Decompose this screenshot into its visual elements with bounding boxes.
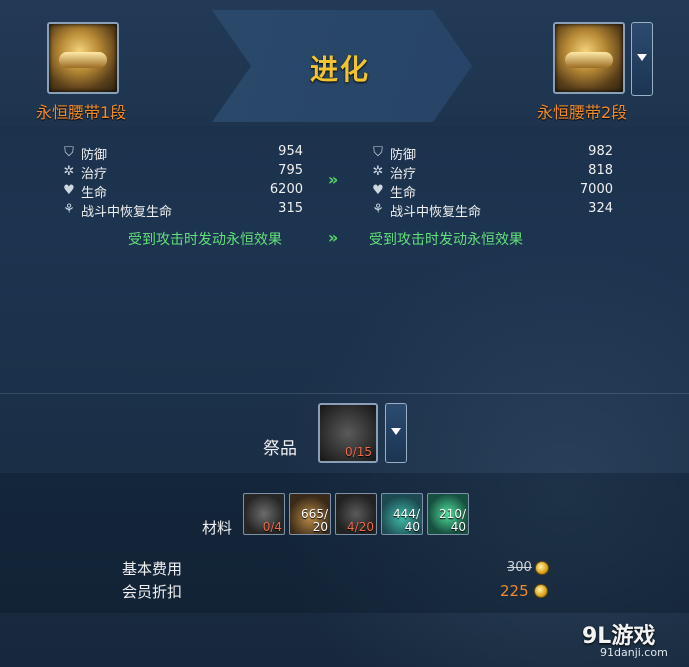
stat-value: 818 — [588, 163, 613, 178]
material-slot-1[interactable]: 0/4 — [243, 493, 285, 535]
page-title: 进化 — [309, 53, 370, 86]
source-item-name: 永恒腰带1段 — [36, 103, 127, 122]
material-slot-5[interactable]: 210/ 40 — [427, 493, 469, 535]
offering-dropdown-button[interactable] — [385, 403, 407, 463]
stat-row-health-after: ♥ 生命 7000 — [370, 182, 613, 201]
stat-label: 战斗中恢复生命 — [390, 205, 482, 220]
stat-label: 防御 — [81, 148, 108, 163]
shield-icon: ⛉ — [64, 145, 74, 160]
material-count: 0/4 — [262, 520, 282, 534]
sprout-icon: ⚘ — [372, 202, 384, 217]
material-count: 665/ 20 — [301, 507, 328, 534]
material-slot-3[interactable]: 4/20 — [335, 493, 377, 535]
sprout-icon: ⚘ — [63, 202, 75, 217]
target-item-dropdown-button[interactable] — [631, 22, 653, 96]
arrow-right-icon: » — [328, 228, 338, 247]
target-item-name: 永恒腰带2段 — [537, 103, 628, 122]
stat-label: 生命 — [81, 186, 108, 201]
base-cost-value: 300 — [507, 560, 532, 575]
stat-row-defense-before: ⛉ 防御 954 — [61, 144, 303, 163]
heart-icon: ♥ — [372, 183, 384, 198]
offering-count: 0/15 — [345, 445, 372, 459]
chevron-down-icon — [391, 428, 401, 435]
stat-label: 治疗 — [81, 167, 108, 182]
effect-after: 受到攻击时发动永恒效果 — [369, 232, 523, 248]
watermark-url: 91danji.com — [600, 646, 668, 659]
stat-row-regen-before: ⚘ 战斗中恢复生命 315 — [61, 201, 303, 220]
effect-before: 受到攻击时发动永恒效果 — [128, 232, 282, 248]
member-discount-value: 225 — [500, 582, 529, 600]
stat-label: 防御 — [390, 148, 417, 163]
material-slot-4[interactable]: 444/ 40 — [381, 493, 423, 535]
stat-value: 7000 — [579, 182, 613, 197]
stat-row-health-before: ♥ 生命 6200 — [61, 182, 303, 201]
shield-icon: ⛉ — [373, 145, 383, 160]
member-discount-label: 会员折扣 — [122, 583, 183, 601]
stat-value: 795 — [278, 163, 303, 178]
stat-row-heal-before: ✲ 治疗 795 — [61, 163, 303, 182]
source-item-slot[interactable] — [47, 22, 119, 94]
offering-label: 祭品 — [263, 439, 297, 459]
coin-icon — [534, 584, 548, 598]
stat-label: 治疗 — [390, 167, 417, 182]
base-cost-label: 基本费用 — [122, 560, 183, 578]
heart-icon: ♥ — [63, 183, 75, 198]
stat-row-regen-after: ⚘ 战斗中恢复生命 324 — [370, 201, 613, 220]
stat-row-heal-after: ✲ 治疗 818 — [370, 163, 613, 182]
materials-label: 材料 — [202, 519, 233, 537]
heal-icon: ✲ — [372, 164, 384, 179]
coin-icon — [535, 561, 549, 575]
stat-label: 生命 — [390, 186, 417, 201]
chevron-down-icon — [637, 54, 647, 61]
material-count: 210/ 40 — [439, 507, 466, 534]
arrow-right-icon: » — [328, 170, 338, 189]
offering-slot[interactable]: 0/15 — [318, 403, 378, 463]
stat-value: 954 — [278, 144, 303, 159]
stat-value: 324 — [588, 201, 613, 216]
material-count: 4/20 — [347, 520, 374, 534]
belt-icon — [59, 52, 107, 68]
stat-label: 战斗中恢复生命 — [81, 205, 173, 220]
stat-row-defense-after: ⛉ 防御 982 — [370, 144, 613, 163]
material-count: 444/ 40 — [393, 507, 420, 534]
stat-value: 982 — [588, 144, 613, 159]
divider — [0, 393, 689, 394]
target-item-slot[interactable] — [553, 22, 625, 94]
material-slot-2[interactable]: 665/ 20 — [289, 493, 331, 535]
stat-value: 6200 — [269, 182, 303, 197]
belt-icon — [565, 52, 613, 68]
heal-icon: ✲ — [63, 164, 75, 179]
stat-value: 315 — [278, 201, 303, 216]
